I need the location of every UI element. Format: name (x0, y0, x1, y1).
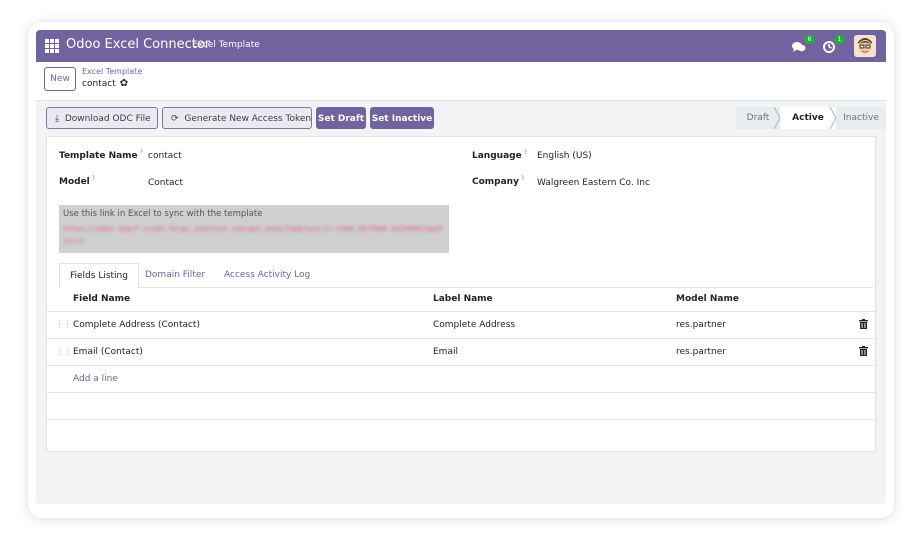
model-name-cell[interactable]: res.partner (676, 347, 726, 357)
model-label-text: Model (59, 177, 90, 187)
set-inactive-button[interactable]: Set Inactive (370, 107, 434, 129)
trash-icon[interactable] (859, 319, 868, 329)
notebook-tabs: Fields Listing Domain Filter Access Acti… (59, 263, 873, 289)
tab-access-activity-log[interactable]: Access Activity Log (224, 263, 310, 287)
download-icon: ⤓ (55, 114, 59, 124)
help-icon[interactable]: ? (92, 175, 95, 182)
help-icon[interactable]: ? (140, 149, 143, 156)
language-field[interactable]: English (US) (537, 151, 592, 161)
sync-link-box: Use this link in Excel to sync with the … (59, 205, 449, 253)
sync-link-url[interactable]: https://odoo-obpcf.ica34.forge.sehntech.… (63, 223, 443, 247)
company-label-text: Company (472, 177, 519, 187)
drag-handle-icon[interactable]: ⋮⋮ (55, 347, 72, 357)
column-model-name[interactable]: Model Name (676, 294, 739, 304)
menu-excel-template[interactable]: Excel Template (192, 40, 260, 50)
column-label-name[interactable]: Label Name (433, 294, 493, 304)
trash-icon[interactable] (859, 346, 868, 356)
app-name[interactable]: Odoo Excel Connector (66, 37, 210, 52)
model-field[interactable]: Contact (148, 178, 183, 188)
language-label-text: Language (472, 151, 522, 161)
column-field-name[interactable]: Field Name (73, 294, 130, 304)
activities-icon[interactable]: 1 (822, 35, 845, 54)
company-field[interactable]: Walgreen Eastern Co. Inc (537, 178, 650, 188)
help-icon[interactable]: ? (521, 175, 524, 182)
refresh-icon: ⟳ (171, 114, 179, 124)
drag-handle-icon[interactable]: ⋮⋮ (55, 320, 72, 330)
template-name-field[interactable]: contact (148, 151, 182, 161)
table-row[interactable]: ⋮⋮ Complete Address (Contact) Complete A… (47, 312, 875, 339)
breadcrumb-parent[interactable]: Excel Template (82, 67, 142, 76)
language-label: Language? (472, 149, 527, 161)
add-line-row: Add a line (47, 366, 875, 393)
activities-badge: 1 (834, 35, 845, 44)
messages-icon[interactable]: 6 (792, 35, 815, 54)
navbar-systray: 6 1 (792, 35, 876, 57)
label-name-cell[interactable]: Email (433, 347, 458, 357)
stage-pipeline: Draft Active Inactive (736, 107, 886, 129)
generate-token-button[interactable]: ⟳ Generate New Access Token (162, 107, 312, 129)
gear-icon[interactable]: ✿ (120, 78, 128, 89)
control-panel: New Excel Template contact ✿ (36, 62, 886, 101)
field-name-cell[interactable]: Complete Address (Contact) (73, 320, 200, 330)
template-name-label: Template Name? (59, 149, 143, 161)
sync-link-hint: Use this link in Excel to sync with the … (63, 209, 263, 219)
label-name-cell[interactable]: Complete Address (433, 320, 515, 330)
tab-domain-filter[interactable]: Domain Filter (145, 263, 205, 287)
stage-active[interactable]: Active (780, 107, 836, 129)
download-odc-label: Download ODC File (64, 114, 151, 124)
status-bar: ⤓ Download ODC File ⟳ Generate New Acces… (36, 105, 886, 133)
messages-badge: 6 (804, 35, 815, 44)
company-label: Company? (472, 175, 524, 187)
table-row[interactable]: ⋮⋮ Email (Contact) Email res.partner (47, 339, 875, 366)
screenshot-card: Odoo Excel Connector Excel Template 6 1 … (28, 22, 894, 518)
tab-fields-listing[interactable]: Fields Listing (59, 263, 139, 289)
model-name-cell[interactable]: res.partner (676, 320, 726, 330)
field-name-cell[interactable]: Email (Contact) (73, 347, 143, 357)
template-name-label-text: Template Name (59, 151, 138, 161)
apps-grid-icon[interactable] (45, 39, 59, 53)
odoo-window: Odoo Excel Connector Excel Template 6 1 … (36, 30, 886, 504)
stage-draft[interactable]: Draft (736, 107, 780, 129)
breadcrumb-current-label: contact (82, 79, 116, 89)
top-navbar: Odoo Excel Connector Excel Template 6 1 (36, 30, 886, 62)
stage-inactive[interactable]: Inactive (836, 107, 886, 129)
user-avatar[interactable] (854, 35, 876, 57)
model-label: Model? (59, 175, 95, 187)
new-button[interactable]: New (44, 67, 76, 91)
table-header: Field Name Label Name Model Name (47, 289, 875, 312)
add-line-link[interactable]: Add a line (73, 374, 118, 384)
help-icon[interactable]: ? (524, 149, 527, 156)
breadcrumb-current: contact ✿ (82, 78, 128, 89)
set-draft-button[interactable]: Set Draft (316, 107, 366, 129)
form-sheet: Template Name? contact Model? Contact La… (46, 136, 876, 452)
generate-token-label: Generate New Access Token (184, 114, 312, 124)
download-odc-button[interactable]: ⤓ Download ODC File (46, 107, 158, 129)
empty-row (47, 393, 875, 420)
